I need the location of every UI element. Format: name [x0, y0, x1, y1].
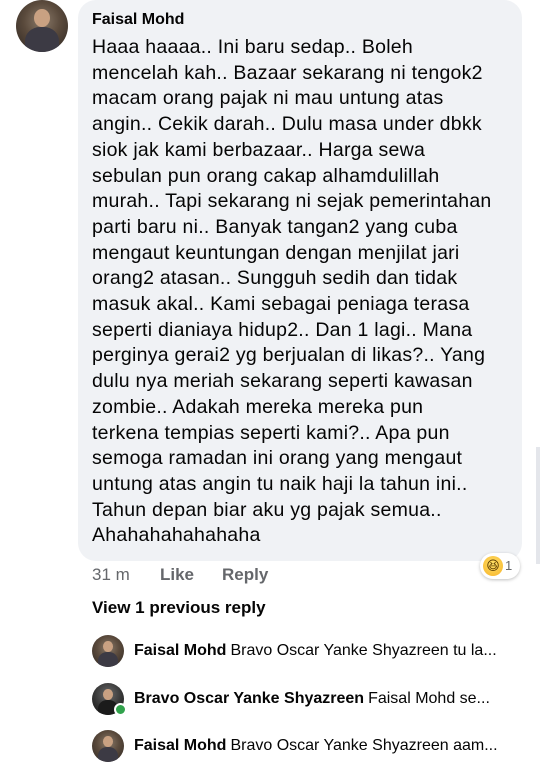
- reply-item[interactable]: Faisal Mohd Bravo Oscar Yanke Shyazreen t…: [92, 635, 532, 667]
- comment-timestamp[interactable]: 31 m: [92, 565, 130, 585]
- reply-author-name[interactable]: Bravo Oscar Yanke Shyazreen: [134, 690, 364, 707]
- reply-snippet: Bravo Oscar Yanke Shyazreen aam...: [230, 737, 498, 754]
- reply-snippet: Bravo Oscar Yanke Shyazreen tu la...: [230, 642, 497, 659]
- reply-avatar[interactable]: [92, 635, 124, 667]
- reply-item[interactable]: Bravo Oscar Yanke Shyazreen Faisal Mohd s…: [92, 683, 532, 716]
- reaction-count: 1: [505, 558, 513, 573]
- view-previous-replies-link[interactable]: View 1 previous reply: [92, 598, 266, 618]
- comment-text: Haaa haaaa.. Ini baru sedap.. Boleh menc…: [92, 36, 492, 547]
- avatar-head: [103, 640, 113, 652]
- avatar-head: [34, 9, 50, 28]
- avatar-head: [103, 688, 113, 700]
- reply-preview: Bravo Oscar Yanke Shyazreen Faisal Mohd s…: [134, 690, 524, 708]
- avatar-body: [97, 651, 119, 667]
- reply-author-name[interactable]: Faisal Mohd: [134, 642, 226, 659]
- reply-author-name[interactable]: Faisal Mohd: [134, 737, 226, 754]
- avatar-head: [103, 735, 113, 747]
- comment-author-name[interactable]: Faisal Mohd: [92, 11, 184, 29]
- haha-emoji-icon: 😆: [483, 556, 503, 576]
- like-button[interactable]: Like: [160, 565, 194, 585]
- reply-preview: Faisal Mohd Bravo Oscar Yanke Shyazreen t…: [134, 642, 524, 660]
- scrollbar[interactable]: [536, 447, 540, 564]
- reply-avatar[interactable]: [92, 730, 124, 762]
- reaction-summary[interactable]: 😆 1: [480, 553, 520, 579]
- comment-author-avatar[interactable]: [16, 0, 68, 52]
- reply-snippet: Faisal Mohd se...: [368, 690, 490, 707]
- avatar-body: [25, 27, 59, 52]
- avatar-body: [97, 746, 119, 762]
- reply-item[interactable]: Faisal Mohd Bravo Oscar Yanke Shyazreen a…: [92, 730, 532, 762]
- online-status-icon: [114, 703, 127, 716]
- reply-preview: Faisal Mohd Bravo Oscar Yanke Shyazreen a…: [134, 737, 524, 755]
- reply-button[interactable]: Reply: [222, 565, 268, 585]
